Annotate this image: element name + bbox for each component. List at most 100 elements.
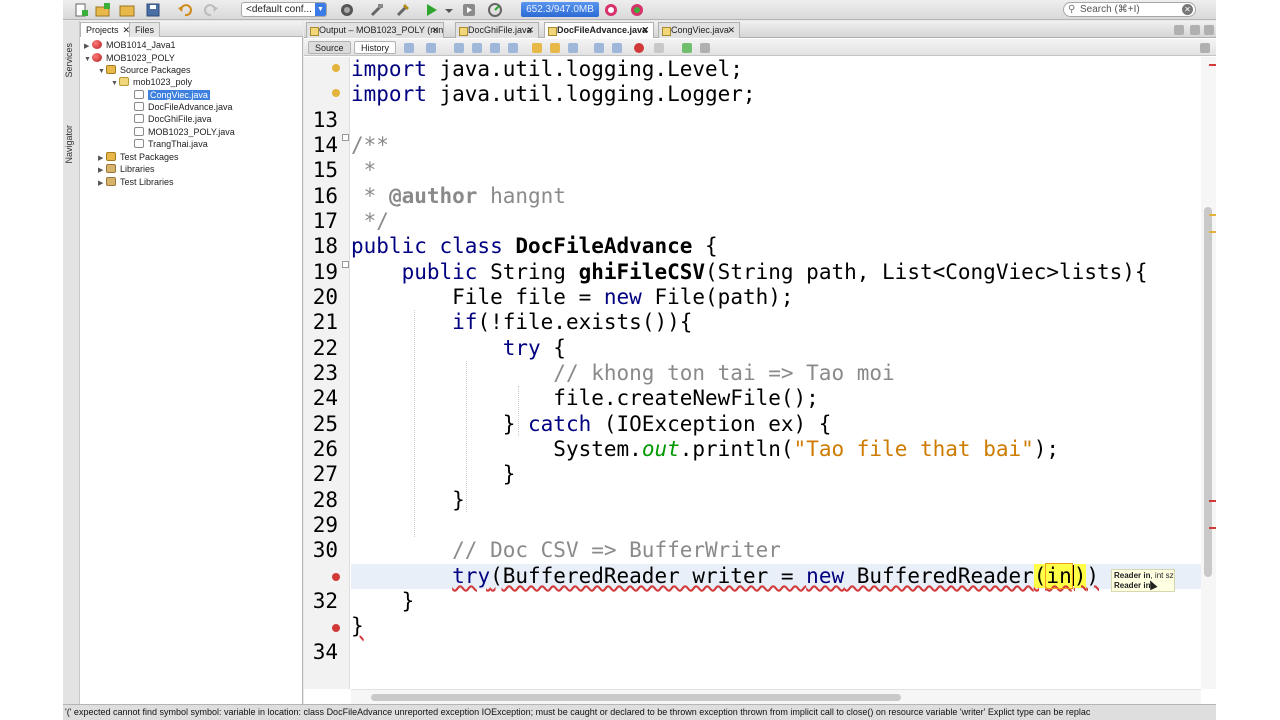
open-project-icon[interactable] — [119, 2, 135, 18]
stop-macro-icon[interactable] — [654, 43, 664, 53]
tree-project-mob1023[interactable]: ▼ MOB1023_POLY — [84, 52, 175, 64]
vertical-scrollbar-thumb[interactable] — [1204, 207, 1212, 577]
shift-left-icon[interactable] — [594, 43, 604, 53]
collapse-icon[interactable]: ▼ — [111, 78, 119, 90]
close-icon[interactable]: ✕ — [431, 23, 439, 38]
tab-docghifile[interactable]: DocGhiFile.java ✕ — [455, 22, 539, 38]
line-number: 18 — [312, 234, 338, 258]
close-icon[interactable]: ✕ — [641, 23, 649, 38]
debug-icon[interactable] — [461, 2, 477, 18]
tab-files[interactable]: Files — [129, 22, 161, 37]
close-icon[interactable]: ✕ — [727, 23, 735, 38]
new-file-icon[interactable] — [73, 2, 89, 18]
tree-project-mob1014[interactable]: ▶ MOB1014_Java1 — [84, 39, 176, 51]
tree-file-congviec[interactable]: CongViec.java — [134, 89, 210, 101]
horizontal-scrollbar[interactable] — [351, 689, 1201, 704]
netbeans-window: <default conf... ▼ 652.3/947.0MB ⚲ Searc… — [63, 0, 1216, 720]
tree-libraries[interactable]: ▶ Libraries — [98, 163, 155, 175]
scroll-tabs-left-icon[interactable] — [1174, 25, 1184, 35]
profile-ide-icon[interactable] — [629, 2, 645, 18]
tree-label: MOB1023_POLY.java — [148, 127, 235, 137]
warning-stripe-marker[interactable] — [1209, 214, 1216, 216]
error-icon[interactable] — [332, 624, 340, 632]
toggle-highlight-icon[interactable] — [508, 43, 518, 53]
tree-test-libraries[interactable]: ▶ Test Libraries — [98, 176, 174, 188]
last-edit-icon[interactable] — [404, 43, 414, 53]
code-line: } — [351, 589, 1201, 614]
tree-source-packages[interactable]: ▼ Source Packages — [98, 64, 191, 76]
line-number-gutter: 13 14 15 16 17 18 19 20 21 22 23 24 25 2… — [304, 57, 350, 689]
source-button[interactable]: Source — [308, 41, 351, 54]
services-tab[interactable]: Services — [64, 43, 79, 78]
shift-right-icon[interactable] — [612, 43, 622, 53]
line-number: 17 — [312, 209, 338, 233]
tree-file-docfileadvance[interactable]: DocFileAdvance.java — [134, 101, 233, 113]
run-dropdown-icon[interactable] — [441, 2, 457, 18]
window-menu-icon[interactable] — [1204, 25, 1214, 35]
tree-test-packages[interactable]: ▶ Test Packages — [98, 151, 179, 163]
split-editor-icon[interactable] — [1200, 43, 1210, 53]
record-macro-icon[interactable] — [634, 43, 644, 53]
error-range: try(BufferedReader writer = new Buffered… — [452, 563, 1099, 589]
tab-docfileadvance[interactable]: DocFileAdvance.java ✕ — [544, 22, 654, 38]
new-project-icon[interactable] — [95, 2, 111, 18]
find-previous-icon[interactable] — [472, 43, 482, 53]
memory-indicator[interactable]: 652.3/947.0MB — [521, 2, 599, 17]
close-icon[interactable]: ✕ — [526, 23, 534, 38]
code-line: public String ghiFileCSV(String path, Li… — [351, 260, 1201, 285]
redo-icon[interactable] — [203, 2, 219, 18]
build-icon[interactable] — [395, 2, 411, 18]
warning-stripe-marker[interactable] — [1209, 231, 1216, 233]
fold-toggle-icon[interactable] — [342, 261, 349, 268]
tree-file-mob1023-poly[interactable]: MOB1023_POLY.java — [134, 126, 235, 138]
static-field: out — [641, 437, 680, 461]
code-line: System.out.println("Tao file that bai"); — [351, 437, 1201, 462]
find-icon[interactable] — [454, 43, 464, 53]
history-button[interactable]: History — [354, 41, 397, 54]
tree-file-trangthai[interactable]: TrangThai.java — [134, 138, 208, 150]
collapse-icon[interactable]: ▼ — [84, 54, 92, 66]
uncomment-icon[interactable] — [700, 43, 710, 53]
tree-package-mob1023-poly[interactable]: ▼ mob1023_poly — [111, 76, 192, 88]
error-stripe-marker[interactable] — [1209, 527, 1216, 529]
tab-output[interactable]: Output – MOB1023_POLY (run) ✕ — [306, 22, 444, 38]
navigator-tab[interactable]: Navigator — [64, 125, 79, 164]
error-stripe-marker[interactable] — [1209, 500, 1216, 502]
back-icon[interactable] — [426, 43, 436, 53]
expand-icon[interactable]: ▶ — [98, 178, 106, 190]
tab-label: CongViec.java — [671, 25, 729, 35]
error-icon[interactable] — [332, 573, 340, 581]
code-editor[interactable]: import java.util.logging.Level; import j… — [351, 57, 1201, 689]
gc-icon[interactable] — [603, 2, 619, 18]
run-icon[interactable] — [423, 2, 439, 18]
scroll-tabs-right-icon[interactable] — [1190, 25, 1200, 35]
error-stripe-marker[interactable] — [1209, 64, 1216, 66]
tab-projects[interactable]: Projects ✕ — [80, 22, 137, 37]
fold-toggle-icon[interactable] — [342, 134, 349, 141]
toggle-bookmark-icon[interactable] — [568, 43, 578, 53]
clear-search-icon[interactable]: ✕ — [1182, 4, 1193, 15]
search-input[interactable]: ⚲ Search (⌘+I) ✕ — [1063, 2, 1196, 17]
warning-icon[interactable] — [332, 89, 340, 97]
line-number: 20 — [312, 285, 338, 309]
matched-paren: ( — [1033, 564, 1047, 588]
tab-congviec[interactable]: CongViec.java ✕ — [658, 22, 740, 38]
collapse-icon[interactable]: ▼ — [98, 66, 106, 78]
horizontal-scrollbar-thumb[interactable] — [371, 694, 901, 701]
clean-build-icon[interactable] — [369, 2, 385, 18]
comment-icon[interactable] — [682, 43, 692, 53]
java-file-icon — [134, 102, 144, 111]
target-icon[interactable] — [339, 2, 355, 18]
tree-label: mob1023_poly — [133, 77, 193, 87]
find-next-icon[interactable] — [490, 43, 500, 53]
configuration-select[interactable]: <default conf... ▼ — [241, 2, 327, 17]
bookmark-next-icon[interactable] — [550, 43, 560, 53]
bookmark-previous-icon[interactable] — [532, 43, 542, 53]
line-number: 25 — [312, 412, 338, 436]
undo-icon[interactable] — [177, 2, 193, 18]
profile-icon[interactable] — [487, 2, 503, 18]
warning-icon[interactable] — [332, 64, 340, 72]
vertical-scrollbar[interactable] — [1201, 57, 1216, 689]
tree-file-docghifile[interactable]: DocGhiFile.java — [134, 113, 212, 125]
save-all-icon[interactable] — [145, 2, 161, 18]
